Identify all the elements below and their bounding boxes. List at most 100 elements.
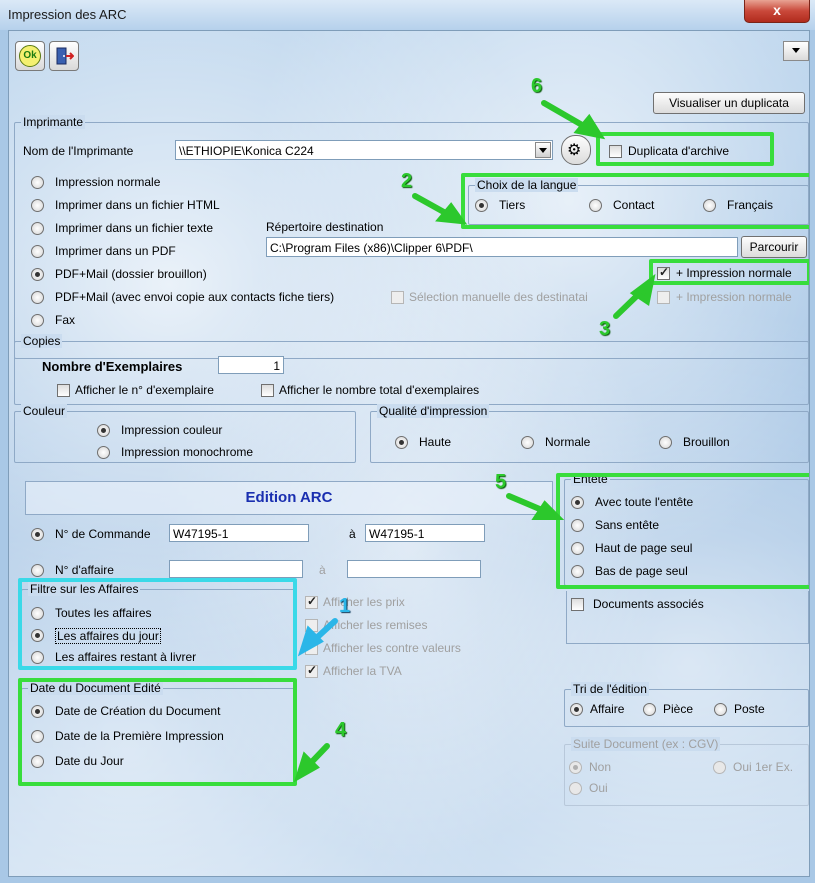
afficher-remises-checkbox[interactable] bbox=[305, 619, 318, 632]
printer-select[interactable]: \\ETHIOPIE\Konica C224 bbox=[175, 140, 553, 160]
radio-fax[interactable] bbox=[31, 314, 44, 327]
annotation-number-2: 2 bbox=[401, 170, 413, 192]
afficher-prix-checkbox[interactable] bbox=[305, 594, 318, 609]
radio-qualite-brouillon[interactable] bbox=[659, 436, 672, 449]
arrow-4-head bbox=[293, 751, 320, 783]
imprimante-legend: Imprimante bbox=[21, 115, 86, 129]
highlight-3 bbox=[649, 259, 809, 285]
menu-dropdown-button[interactable] bbox=[783, 41, 809, 61]
afficher-tva-label: Afficher la TVA bbox=[323, 664, 402, 678]
radio-impression-normale[interactable] bbox=[31, 176, 44, 189]
couleur-option-1: Impression monochrome bbox=[121, 445, 254, 459]
radio-couleur[interactable] bbox=[97, 424, 110, 437]
qualite-legend: Qualité d'impression bbox=[377, 404, 490, 418]
annotation-number-1: 1 bbox=[339, 595, 351, 617]
repertoire-label: Répertoire destination bbox=[266, 220, 384, 234]
output-label-3: Imprimer dans un PDF bbox=[55, 244, 176, 258]
radio-qualite-haute[interactable] bbox=[395, 436, 408, 449]
radio-suite-oui[interactable] bbox=[569, 782, 582, 795]
commande-a-label: à bbox=[349, 527, 356, 541]
dialog-window: Impression des ARC x Ok Visualiser un du… bbox=[0, 0, 815, 883]
radio-pdf-mail-envoi[interactable] bbox=[31, 291, 44, 304]
afficher-numero-checkbox[interactable] bbox=[57, 384, 70, 397]
copies-legend: Copies bbox=[21, 334, 63, 348]
tri-legend: Tri de l'édition bbox=[571, 682, 649, 696]
nombre-exemplaires-label: Nombre d'Exemplaires bbox=[42, 359, 183, 374]
documents-associes-label: Documents associés bbox=[593, 597, 704, 611]
afficher-contre-valeurs-checkbox[interactable] bbox=[305, 642, 318, 655]
highlight-2 bbox=[461, 173, 809, 229]
output-label-0: Impression normale bbox=[55, 175, 161, 189]
suite-document-group: Suite Document (ex : CGV) bbox=[564, 737, 809, 806]
commande-label: N° de Commande bbox=[55, 527, 151, 541]
radio-tri-affaire[interactable] bbox=[570, 703, 583, 716]
afficher-total-checkbox[interactable] bbox=[261, 384, 274, 397]
affaire-label: N° d'affaire bbox=[55, 563, 114, 577]
commande-to-input[interactable]: W47195-1 bbox=[365, 524, 485, 542]
repertoire-input[interactable]: C:\Program Files (x86)\Clipper 6\PDF\ bbox=[266, 237, 738, 257]
selection-manuelle-checkbox[interactable] bbox=[391, 291, 404, 304]
radio-fichier-texte[interactable] bbox=[31, 222, 44, 235]
affaire-to-input[interactable] bbox=[347, 560, 481, 578]
annotation-number-5: 5 bbox=[495, 471, 507, 493]
output-label-5: PDF+Mail (avec envoi copie aux contacts … bbox=[55, 290, 335, 304]
annotation-number-3: 3 bbox=[599, 318, 611, 340]
impression-normale-2-label: + Impression normale bbox=[676, 290, 792, 304]
radio-commande[interactable] bbox=[31, 528, 44, 541]
highlight-6 bbox=[596, 132, 774, 166]
afficher-contre-valeurs-label: Afficher les contre valeurs bbox=[323, 641, 461, 655]
edition-title: Edition ARC bbox=[245, 489, 333, 506]
radio-affaire[interactable] bbox=[31, 564, 44, 577]
visualiser-duplicata-button[interactable]: Visualiser un duplicata bbox=[653, 92, 805, 114]
radio-tri-piece[interactable] bbox=[643, 703, 656, 716]
radio-fichier-html[interactable] bbox=[31, 199, 44, 212]
printer-label: Nom de l'Imprimante bbox=[23, 144, 134, 158]
documents-associes-checkbox[interactable] bbox=[571, 598, 584, 611]
afficher-numero-label: Afficher le n° d'exemplaire bbox=[75, 383, 214, 397]
radio-pdf[interactable] bbox=[31, 245, 44, 258]
afficher-tva-checkbox[interactable] bbox=[305, 663, 318, 678]
highlight-1 bbox=[18, 578, 297, 670]
afficher-prix-label: Afficher les prix bbox=[323, 595, 405, 609]
chevron-down-icon[interactable] bbox=[535, 142, 551, 158]
commande-from-input[interactable]: W47195-1 bbox=[169, 524, 309, 542]
nombre-exemplaires-input[interactable]: 1 bbox=[218, 356, 284, 374]
affaire-a-label: à bbox=[319, 563, 326, 577]
afficher-remises-label: Afficher les remises bbox=[323, 618, 428, 632]
window-title: Impression des ARC bbox=[8, 7, 127, 22]
title-bar: Impression des ARC x bbox=[0, 0, 815, 30]
affaire-from-input[interactable] bbox=[169, 560, 303, 578]
impression-normale-2-checkbox[interactable] bbox=[657, 291, 670, 304]
radio-monochrome[interactable] bbox=[97, 446, 110, 459]
output-label-1: Imprimer dans un fichier HTML bbox=[55, 198, 220, 212]
ok-button[interactable]: Ok bbox=[15, 41, 45, 71]
tri-option-0: Affaire bbox=[590, 702, 625, 716]
radio-qualite-normale[interactable] bbox=[521, 436, 534, 449]
output-label-4: PDF+Mail (dossier brouillon) bbox=[55, 267, 207, 281]
arrow-4 bbox=[302, 743, 330, 772]
selection-manuelle-label: Sélection manuelle des destinatai bbox=[409, 290, 588, 304]
dialog-content: Ok Visualiser un duplicata Imprimante No… bbox=[8, 30, 810, 877]
toolbar: Ok bbox=[9, 31, 809, 77]
output-label-6: Fax bbox=[55, 313, 76, 327]
radio-suite-oui-1er[interactable] bbox=[713, 761, 726, 774]
highlight-5 bbox=[556, 473, 809, 589]
annotation-number-6: 6 bbox=[531, 75, 543, 97]
exit-button[interactable] bbox=[49, 41, 79, 71]
radio-suite-non[interactable] bbox=[569, 761, 582, 774]
parcourir-button[interactable]: Parcourir bbox=[741, 236, 807, 258]
qualite-option-0: Haute bbox=[419, 435, 452, 449]
printer-settings-button[interactable]: ⚙ bbox=[561, 135, 591, 165]
afficher-total-label: Afficher le nombre total d'exemplaires bbox=[279, 383, 480, 397]
radio-pdf-mail-brouillon[interactable] bbox=[31, 268, 44, 281]
tri-option-2: Poste bbox=[734, 702, 765, 716]
ok-icon: Ok bbox=[19, 45, 41, 67]
suite-document-legend: Suite Document (ex : CGV) bbox=[571, 737, 721, 751]
qualite-option-2: Brouillon bbox=[683, 435, 730, 449]
edition-header: Edition ARC bbox=[25, 481, 553, 515]
highlight-4 bbox=[18, 678, 297, 786]
close-button[interactable]: x bbox=[744, 0, 810, 23]
radio-tri-poste[interactable] bbox=[714, 703, 727, 716]
output-label-2: Imprimer dans un fichier texte bbox=[55, 221, 214, 235]
couleur-option-0: Impression couleur bbox=[121, 423, 223, 437]
